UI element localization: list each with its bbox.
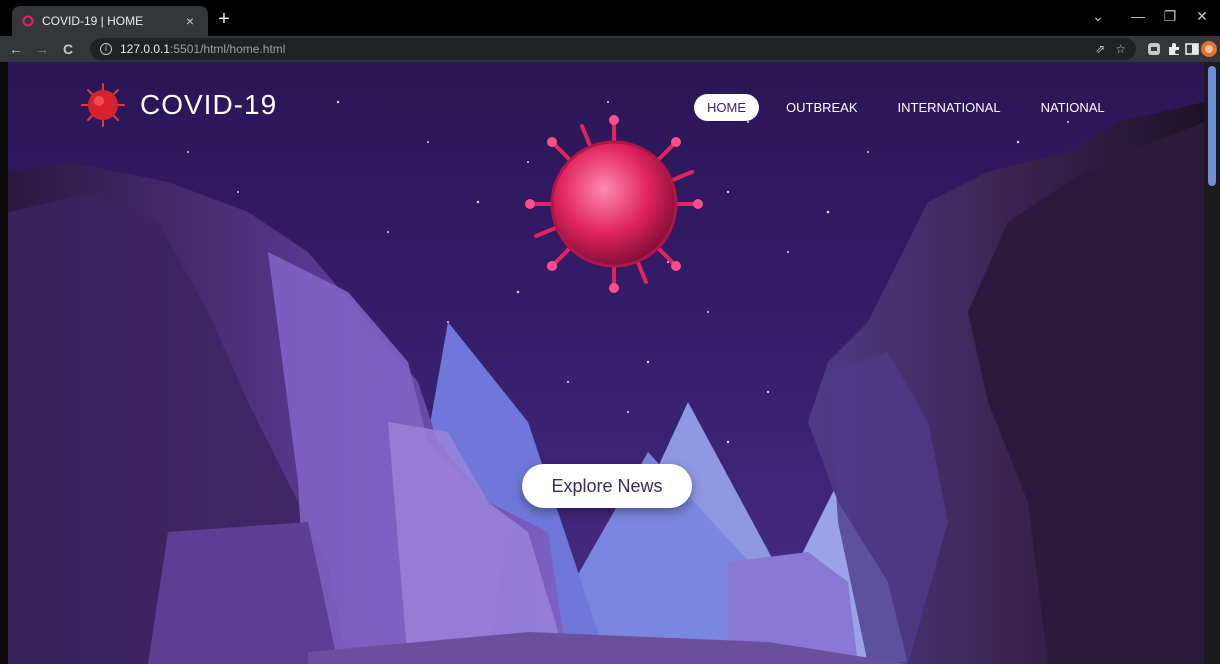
nav-international[interactable]: INTERNATIONAL: [885, 94, 1014, 121]
side-panel-icon[interactable]: [1184, 41, 1200, 57]
url-path: :5501/html/home.html: [170, 42, 286, 56]
brand-name: COVID-19: [140, 89, 278, 120]
tab-title: COVID-19 | HOME: [42, 14, 144, 28]
brand[interactable]: COVID-19: [80, 82, 277, 128]
bookmark-star-icon[interactable]: ☆: [1115, 42, 1126, 56]
profile-avatar-icon[interactable]: [1200, 40, 1218, 58]
page-viewport: COVID-19 HOME OUTBREAK INTERNATIONAL NAT…: [8, 62, 1204, 664]
virus-logo-icon: [81, 83, 125, 127]
browser-tab-bar: COVID-19 | HOME × + ⌄ — ❐ ✕: [0, 0, 1220, 36]
url-host: 127.0.0.1: [120, 42, 171, 56]
tab-search-icon[interactable]: ⌄: [1088, 8, 1108, 25]
virus-illustration-icon: [525, 115, 703, 293]
virus-favicon-icon: [22, 15, 34, 27]
close-window-icon[interactable]: ✕: [1192, 8, 1212, 25]
explore-news-button[interactable]: Explore News: [522, 464, 692, 508]
restore-icon[interactable]: ❐: [1160, 8, 1180, 25]
browser-tab[interactable]: COVID-19 | HOME ×: [12, 6, 208, 36]
browser-toolbar: ← → C i 127.0.0.1 :5501/html/home.html ⇗…: [0, 36, 1220, 62]
tab-close-icon[interactable]: ×: [182, 13, 198, 29]
back-arrow-icon[interactable]: ←: [6, 39, 26, 59]
reload-icon[interactable]: C: [58, 39, 78, 59]
forward-arrow-icon[interactable]: →: [32, 39, 52, 59]
nav-outbreak[interactable]: OUTBREAK: [773, 94, 871, 121]
puzzle-extensions-icon[interactable]: [1166, 41, 1182, 57]
scrollbar-thumb[interactable]: [1208, 66, 1216, 186]
nav-home[interactable]: HOME: [694, 94, 759, 121]
minimize-icon[interactable]: —: [1128, 8, 1148, 24]
new-tab-button[interactable]: +: [214, 9, 234, 30]
site-info-icon[interactable]: i: [100, 43, 112, 55]
right-cliffs: [728, 102, 1204, 664]
main-nav: HOME OUTBREAK INTERNATIONAL NATIONAL: [694, 94, 1132, 121]
share-icon[interactable]: ⇗: [1095, 42, 1105, 56]
nav-national[interactable]: NATIONAL: [1028, 94, 1118, 121]
address-bar[interactable]: i 127.0.0.1 :5501/html/home.html ⇗ ☆: [90, 38, 1136, 60]
extension-icon[interactable]: [1146, 41, 1162, 57]
